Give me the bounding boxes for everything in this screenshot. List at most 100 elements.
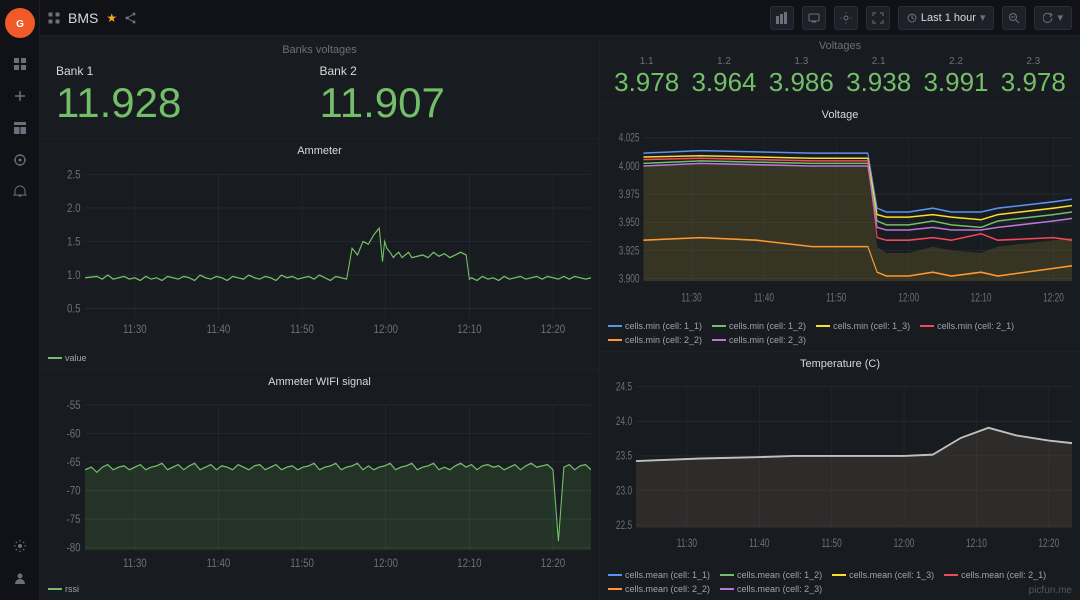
voltages-header: Voltages 1.1 3.978 1.2 3.964 1.3 3.986 <box>600 36 1080 103</box>
main-content: BMS ★ Last 1 hour ▾ ▾ <box>40 0 1080 600</box>
legend-temp-12: cells.mean (cell: 1_2) <box>720 570 822 580</box>
svg-text:12:10: 12:10 <box>457 323 481 336</box>
wifi-legend: rssi <box>48 584 591 594</box>
svg-text:-70: -70 <box>66 485 80 498</box>
refresh-button[interactable]: ▾ <box>1034 6 1072 30</box>
bank2: Bank 2 11.907 <box>320 64 584 126</box>
sidebar-item-add[interactable] <box>6 82 34 110</box>
sidebar-item-settings[interactable] <box>6 532 34 560</box>
voltage-cell-21: 2.1 3.938 <box>846 56 911 98</box>
svg-text:12:20: 12:20 <box>1043 292 1064 305</box>
wifi-chart-wrap: -55 -60 -65 -70 -75 -80 11:30 11:40 11:5… <box>48 392 591 594</box>
svg-text:3.975: 3.975 <box>619 189 640 202</box>
svg-text:24.5: 24.5 <box>616 381 633 394</box>
svg-text:23.5: 23.5 <box>616 451 633 464</box>
legend-item-value: value <box>48 353 87 363</box>
sidebar-item-dashboards[interactable] <box>6 114 34 142</box>
left-panel: Banks voltages Bank 1 11.928 Bank 2 11.9… <box>40 36 600 600</box>
svg-text:4.000: 4.000 <box>619 161 640 174</box>
svg-text:22.5: 22.5 <box>616 520 633 533</box>
svg-text:23.0: 23.0 <box>616 485 633 498</box>
ammeter-chart-panel: Ammeter <box>40 139 599 370</box>
svg-text:0.5: 0.5 <box>67 303 81 316</box>
svg-text:1.5: 1.5 <box>67 236 81 249</box>
voltage-cell-12: 1.2 3.964 <box>691 56 756 98</box>
fullscreen-button[interactable] <box>866 6 890 30</box>
svg-text:2.5: 2.5 <box>67 169 81 182</box>
voltage-cell-11: 1.1 3.978 <box>614 56 679 98</box>
svg-text:12:00: 12:00 <box>374 557 398 570</box>
svg-text:-80: -80 <box>66 542 80 555</box>
star-icon[interactable]: ★ <box>106 11 117 25</box>
svg-text:G: G <box>16 19 24 30</box>
charts-left: Ammeter <box>40 139 599 600</box>
legend-temp-21: cells.mean (cell: 2_1) <box>944 570 1046 580</box>
watermark: picfun.me <box>1029 585 1072 596</box>
temp-chart-inner: 24.5 24.0 23.5 23.0 22.5 11:30 11:40 11:… <box>608 374 1072 566</box>
sidebar-item-home[interactable] <box>6 50 34 78</box>
svg-text:12:10: 12:10 <box>457 557 481 570</box>
svg-text:11:30: 11:30 <box>677 538 698 551</box>
refresh-dropdown-arrow: ▾ <box>1057 11 1063 24</box>
svg-text:11:50: 11:50 <box>290 323 314 336</box>
chart-type-button[interactable] <box>770 6 794 30</box>
voltage-cell-23: 2.3 3.978 <box>1001 56 1066 98</box>
svg-text:11:30: 11:30 <box>123 323 147 336</box>
temp-chart-title: Temperature (C) <box>608 358 1072 370</box>
svg-text:12:20: 12:20 <box>541 323 565 336</box>
wifi-chart-panel: Ammeter WIFI signal <box>40 370 599 600</box>
svg-text:11:30: 11:30 <box>123 557 147 570</box>
legend-voltage-23: cells.min (cell: 2_3) <box>712 335 806 345</box>
share-icon[interactable] <box>125 12 137 24</box>
bank1-label: Bank 1 <box>56 64 320 78</box>
banks-section: Banks voltages Bank 1 11.928 Bank 2 11.9… <box>40 36 599 139</box>
legend-voltage-21: cells.min (cell: 2_1) <box>920 321 1014 331</box>
legend-value-label: value <box>65 353 87 363</box>
sidebar-item-user[interactable] <box>6 564 34 592</box>
legend-item-rssi: rssi <box>48 584 79 594</box>
svg-text:-55: -55 <box>66 399 80 412</box>
legend-temp-22: cells.mean (cell: 2_2) <box>608 584 710 594</box>
dashboard: Banks voltages Bank 1 11.928 Bank 2 11.9… <box>40 36 1080 600</box>
tv-button[interactable] <box>802 6 826 30</box>
temp-chart-legend: cells.mean (cell: 1_1) cells.mean (cell:… <box>608 570 1072 594</box>
temp-chart-wrap: 24.5 24.0 23.5 23.0 22.5 11:30 11:40 11:… <box>608 374 1072 594</box>
svg-text:12:00: 12:00 <box>374 323 398 336</box>
zoom-out-button[interactable] <box>1002 6 1026 30</box>
voltage-chart-title: Voltage <box>608 109 1072 121</box>
ammeter-svg: 2.5 2.0 1.5 1.0 0.5 11:30 11:40 11:50 12… <box>48 161 591 349</box>
svg-text:11:50: 11:50 <box>826 292 847 305</box>
svg-text:12:00: 12:00 <box>898 292 919 305</box>
sidebar-item-explore[interactable] <box>6 146 34 174</box>
legend-voltage-13: cells.min (cell: 1_3) <box>816 321 910 331</box>
svg-text:3.925: 3.925 <box>619 245 640 258</box>
temp-svg: 24.5 24.0 23.5 23.0 22.5 11:30 11:40 11:… <box>608 374 1072 566</box>
sidebar-item-alerts[interactable] <box>6 178 34 206</box>
svg-text:11:50: 11:50 <box>822 538 843 551</box>
svg-text:12:10: 12:10 <box>966 538 987 551</box>
svg-text:11:40: 11:40 <box>207 323 231 336</box>
banks-row: Bank 1 11.928 Bank 2 11.907 <box>56 64 583 126</box>
ammeter-chart-inner: 2.5 2.0 1.5 1.0 0.5 11:30 11:40 11:50 12… <box>48 161 591 349</box>
legend-temp-13: cells.mean (cell: 1_3) <box>832 570 934 580</box>
svg-text:12:20: 12:20 <box>1038 538 1059 551</box>
time-range-button[interactable]: Last 1 hour ▾ <box>898 6 995 30</box>
wifi-title: Ammeter WIFI signal <box>48 376 591 388</box>
bank1: Bank 1 11.928 <box>56 64 320 126</box>
time-range-label: Last 1 hour <box>921 12 976 24</box>
svg-text:12:10: 12:10 <box>971 292 992 305</box>
bank2-value: 11.907 <box>320 80 584 126</box>
svg-text:2.0: 2.0 <box>67 202 81 215</box>
temp-chart-panel: Temperature (C) <box>600 352 1080 600</box>
voltage-cell-13: 1.3 3.986 <box>769 56 834 98</box>
dashboard-settings-button[interactable] <box>834 6 858 30</box>
banks-title: Banks voltages <box>56 44 583 56</box>
svg-text:11:40: 11:40 <box>207 557 231 570</box>
bank2-label: Bank 2 <box>320 64 584 78</box>
svg-text:11:50: 11:50 <box>290 557 314 570</box>
svg-text:12:20: 12:20 <box>541 557 565 570</box>
svg-text:4.025: 4.025 <box>619 132 640 145</box>
voltage-chart-legend: cells.min (cell: 1_1) cells.min (cell: 1… <box>608 321 1072 345</box>
legend-rssi-label: rssi <box>65 584 79 594</box>
voltage-chart-panel: Voltage <box>600 103 1080 352</box>
